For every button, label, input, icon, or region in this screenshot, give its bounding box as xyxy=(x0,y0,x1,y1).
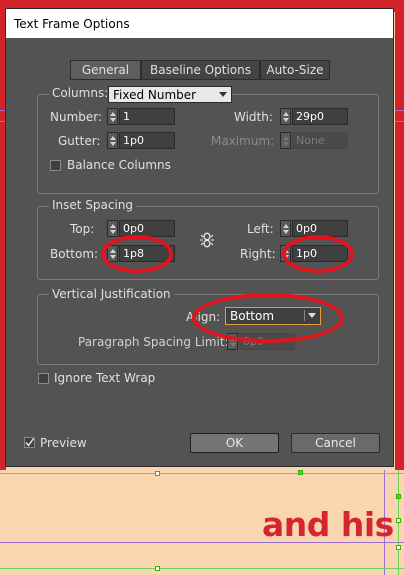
tab-bar: General Baseline Options Auto-Size xyxy=(70,60,330,80)
number-stepper[interactable] xyxy=(107,108,118,125)
maximum-label: Maximum: xyxy=(211,134,275,148)
tab-auto-size[interactable]: Auto-Size xyxy=(260,60,330,80)
arrow-up-icon xyxy=(110,112,116,116)
dialog-title: Text Frame Options xyxy=(14,17,130,31)
cancel-button[interactable]: Cancel xyxy=(291,433,380,453)
left-label: Left: xyxy=(247,222,274,236)
width-stepper[interactable] xyxy=(280,108,291,125)
preview-label: Preview xyxy=(40,436,87,450)
gutter-input[interactable]: 1p0 xyxy=(119,132,175,149)
text-frame-options-dialog: Text Frame Options General Baseline Opti… xyxy=(5,8,394,467)
arrow-down-icon xyxy=(110,230,116,234)
left-stepper[interactable] xyxy=(280,220,291,237)
width-input[interactable]: 29p0 xyxy=(292,108,348,125)
gutter-label: Gutter: xyxy=(58,134,101,148)
tab-baseline-options[interactable]: Baseline Options xyxy=(141,60,260,80)
frame-handle[interactable] xyxy=(396,518,401,523)
arrow-down-icon xyxy=(230,343,236,347)
frame-edge xyxy=(0,473,404,474)
frame-handle[interactable] xyxy=(155,471,160,476)
maximum-stepper xyxy=(280,132,291,149)
ok-button[interactable]: OK xyxy=(190,433,279,453)
arrow-down-icon xyxy=(283,230,289,234)
frame-handle[interactable] xyxy=(155,566,160,571)
arrow-down-icon xyxy=(110,118,116,122)
number-label: Number: xyxy=(50,110,103,124)
arrow-down-icon xyxy=(283,142,289,146)
balance-columns-checkbox[interactable] xyxy=(50,160,61,171)
ignore-text-wrap-checkbox[interactable] xyxy=(38,373,49,384)
top-label: Top: xyxy=(70,222,95,236)
gutter-stepper[interactable] xyxy=(107,132,118,149)
frame-edge xyxy=(0,568,404,569)
inset-spacing-legend: Inset Spacing xyxy=(49,198,137,212)
bottom-label: Bottom: xyxy=(50,247,99,261)
frame-handle[interactable] xyxy=(396,494,401,499)
columns-type-value: Fixed Number xyxy=(113,88,197,102)
document-text: and his xyxy=(262,505,394,544)
arrow-up-icon xyxy=(283,112,289,116)
margin-guide xyxy=(395,110,404,111)
arrow-up-icon xyxy=(110,224,116,228)
frame-handle[interactable] xyxy=(298,470,303,475)
chain-link-icon[interactable] xyxy=(198,232,216,248)
arrow-up-icon xyxy=(283,136,289,140)
annotation-circle-bottom xyxy=(101,235,173,273)
ignore-text-wrap-label: Ignore Text Wrap xyxy=(54,371,156,385)
paragraph-spacing-limit-label: Paragraph Spacing Limit: xyxy=(78,335,229,349)
tab-general[interactable]: General xyxy=(70,60,141,80)
top-stepper[interactable] xyxy=(107,220,118,237)
checkmark-icon xyxy=(25,438,35,447)
annotation-circle-align xyxy=(192,293,344,343)
vertical-justification-legend: Vertical Justification xyxy=(49,287,174,301)
columns-type-dropdown[interactable]: Fixed Number xyxy=(108,86,232,103)
columns-legend: Columns: xyxy=(49,86,112,100)
arrow-down-icon xyxy=(283,118,289,122)
width-label: Width: xyxy=(234,110,273,124)
top-input[interactable]: 0p0 xyxy=(119,220,175,237)
arrow-up-icon xyxy=(110,136,116,140)
frame-handle[interactable] xyxy=(396,545,401,550)
right-label: Right: xyxy=(240,247,276,261)
document-red-right-edge xyxy=(395,0,404,470)
margin-guide xyxy=(395,121,404,122)
annotation-circle-right xyxy=(282,235,354,273)
preview-checkbox[interactable] xyxy=(24,437,35,448)
chevron-down-icon xyxy=(219,92,227,97)
number-input[interactable]: 1 xyxy=(119,108,175,125)
maximum-input: None xyxy=(292,132,348,149)
dialog-title-bar[interactable]: Text Frame Options xyxy=(6,9,393,38)
balance-columns-label: Balance Columns xyxy=(67,158,171,172)
arrow-up-icon xyxy=(283,224,289,228)
arrow-down-icon xyxy=(110,142,116,146)
